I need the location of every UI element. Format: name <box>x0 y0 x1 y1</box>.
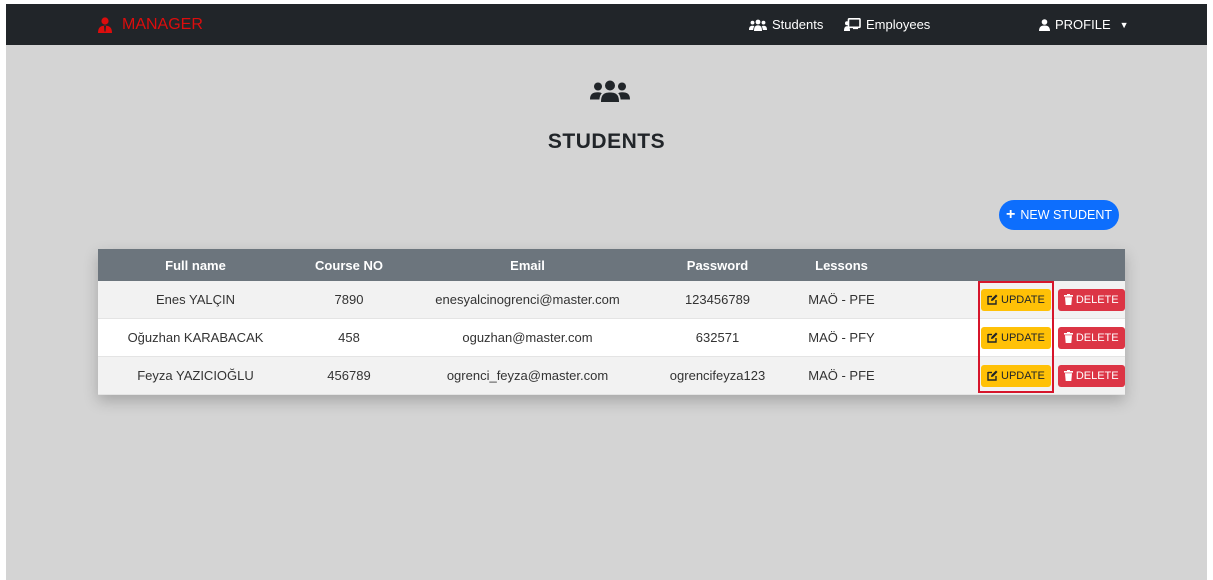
trash-icon <box>1063 294 1073 305</box>
plus-icon: + <box>1005 206 1016 223</box>
column-header-lessons: Lessons <box>815 257 868 273</box>
table-row: Oğuzhan KARABACAK 458 oguzhan@master.com… <box>98 318 1125 357</box>
nav-employees-label: Employees <box>866 17 931 32</box>
cell-actions: UPDATE DELETE <box>898 356 1125 395</box>
cell-actions: UPDATE DELETE <box>898 318 1125 357</box>
new-student-button[interactable]: + NEW STUDENT <box>999 200 1119 230</box>
nav-students[interactable]: Students <box>749 4 823 45</box>
delete-label: DELETE <box>1075 293 1119 306</box>
column-header-course-no: Course NO <box>315 257 383 273</box>
page-title: STUDENTS <box>547 130 666 153</box>
update-label: UPDATE <box>1001 369 1045 382</box>
nav-employees[interactable]: Employees <box>844 4 930 45</box>
edit-icon <box>987 370 998 381</box>
update-button[interactable]: UPDATE <box>981 326 1051 349</box>
delete-button[interactable]: DELETE <box>1057 288 1125 311</box>
cell-full-name: Enes YALÇIN <box>98 281 293 319</box>
cell-full-name: Feyza YAZICIOĞLU <box>98 356 293 395</box>
update-label: UPDATE <box>1001 293 1045 306</box>
cell-course-no: 458 <box>293 318 405 357</box>
cell-course-no: 7890 <box>293 281 405 319</box>
table-header-row: Full name Course NO Email Password Lesso… <box>98 249 1125 281</box>
cell-full-name: Oğuzhan KARABACAK <box>98 318 293 357</box>
new-student-label: NEW STUDENT <box>1020 208 1112 222</box>
cell-password: 123456789 <box>650 281 785 319</box>
cell-lessons: MAÖ - PFE <box>785 281 898 319</box>
delete-label: DELETE <box>1075 331 1119 344</box>
users-icon <box>749 19 767 31</box>
update-label: UPDATE <box>1001 331 1045 344</box>
edit-icon <box>987 332 998 343</box>
cell-email: ogrenci_feyza@master.com <box>405 356 650 395</box>
column-header-email: Email <box>510 257 545 273</box>
trash-icon <box>1063 370 1073 381</box>
table-row: Enes YALÇIN 7890 enesyalcinogrenci@maste… <box>98 281 1125 319</box>
user-icon <box>1039 18 1050 31</box>
nav-students-label: Students <box>772 17 824 32</box>
brand[interactable]: MANAGER <box>98 4 203 45</box>
users-icon <box>590 80 630 102</box>
cell-lessons: MAÖ - PFY <box>785 318 898 357</box>
delete-label: DELETE <box>1075 369 1119 382</box>
cell-password: ogrencifeyza123 <box>650 356 785 395</box>
brand-label: MANAGER <box>122 15 203 33</box>
app-stage: MANAGER Students Employees PROFILE ▼ STU… <box>6 4 1207 580</box>
delete-button[interactable]: DELETE <box>1057 326 1125 349</box>
profile-dropdown[interactable]: PROFILE ▼ <box>1039 4 1129 45</box>
trash-icon <box>1063 332 1073 343</box>
column-header-password: Password <box>686 257 749 273</box>
update-button[interactable]: UPDATE <box>981 288 1051 311</box>
cell-email: enesyalcinogrenci@master.com <box>405 281 650 319</box>
cell-email: oguzhan@master.com <box>405 318 650 357</box>
profile-label: PROFILE <box>1055 17 1111 32</box>
column-header-actions <box>898 249 1125 281</box>
cell-lessons: MAÖ - PFE <box>785 356 898 395</box>
column-header-full-name: Full name <box>165 257 226 273</box>
students-table: Full name Course NO Email Password Lesso… <box>98 249 1125 395</box>
cell-actions: UPDATE DELETE <box>898 281 1125 319</box>
chalkboard-teacher-icon <box>844 18 861 31</box>
cell-password: 632571 <box>650 318 785 357</box>
user-tie-icon <box>98 16 112 33</box>
cell-course-no: 456789 <box>293 356 405 395</box>
table-row: Feyza YAZICIOĞLU 456789 ogrenci_feyza@ma… <box>98 356 1125 395</box>
top-navbar: MANAGER Students Employees PROFILE ▼ <box>6 4 1207 45</box>
update-button[interactable]: UPDATE <box>981 364 1051 387</box>
caret-down-icon: ▼ <box>1119 19 1129 30</box>
edit-icon <box>987 294 998 305</box>
delete-button[interactable]: DELETE <box>1057 364 1125 387</box>
